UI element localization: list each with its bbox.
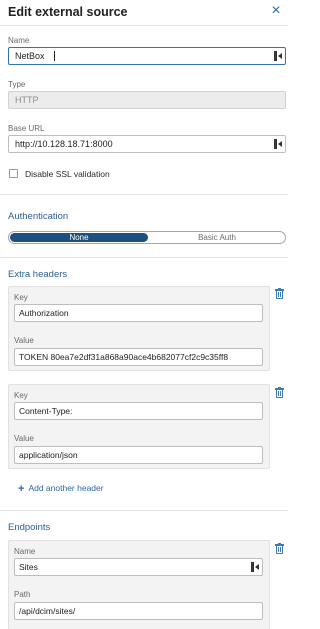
delete-header-icon[interactable] [275,387,284,398]
header-key-input[interactable]: Content-Type: [14,402,263,420]
base-url-label: Base URL [8,124,45,133]
header-key-input[interactable]: Authorization [14,304,263,322]
delete-header-icon[interactable] [275,288,284,299]
keepass-icon[interactable] [274,51,282,61]
divider [0,510,288,511]
authentication-title: Authentication [8,211,69,222]
header-value-label: Value [14,434,34,443]
header-key-label: Key [14,293,28,302]
extra-headers-title: Extra headers [8,269,68,280]
plus-icon: + [18,483,25,495]
endpoint-name-label: Name [14,547,36,556]
header-card: Key Authorization Value TOKEN 80ea7e2df3… [8,286,270,371]
name-value: NetBox [15,51,45,61]
divider [0,257,288,258]
header-value-input[interactable]: application/json [14,446,263,464]
authentication-toggle: None Basic Auth [8,231,286,244]
text-caret [54,51,55,61]
dialog-title: Edit external source [8,5,128,19]
add-header-button[interactable]: + Add another header [18,483,104,495]
header-key-label: Key [14,391,28,400]
header-value-input[interactable]: TOKEN 80ea7e2df31a868a90ace4b682077cf2c9… [14,348,263,366]
base-url-value: http://10.128.18.71:8000 [15,139,113,149]
header-value-label: Value [14,336,34,345]
type-label: Type [8,80,26,89]
close-icon[interactable]: × [268,3,284,19]
disable-ssl-checkbox[interactable] [9,169,18,178]
endpoint-card: Name Sites Path /api/dcim/sites/ [8,540,270,629]
divider [0,194,288,195]
type-input: HTTP [8,91,286,109]
auth-option-none[interactable]: None [10,233,148,242]
endpoint-name-input[interactable]: Sites [14,558,263,576]
disable-ssl-label: Disable SSL validation [25,169,110,179]
endpoint-path-label: Path [14,590,31,599]
auth-option-basic[interactable]: Basic Auth [149,233,285,242]
base-url-input[interactable]: http://10.128.18.71:8000 [8,135,286,153]
keepass-icon[interactable] [251,562,259,572]
delete-endpoint-icon[interactable] [275,543,284,554]
header-card: Key Content-Type: Value application/json [8,384,270,469]
endpoint-path-input[interactable]: /api/dcim/sites/ [14,602,263,620]
add-header-label: Add another header [28,483,104,493]
endpoints-title: Endpoints [8,522,51,533]
name-label: Name [8,36,30,45]
keepass-icon[interactable] [274,139,282,149]
name-input[interactable]: NetBox [8,47,286,65]
dialog-header: Edit external source × [0,0,288,26]
endpoint-name-value: Sites [19,562,38,572]
type-value: HTTP [15,95,39,105]
